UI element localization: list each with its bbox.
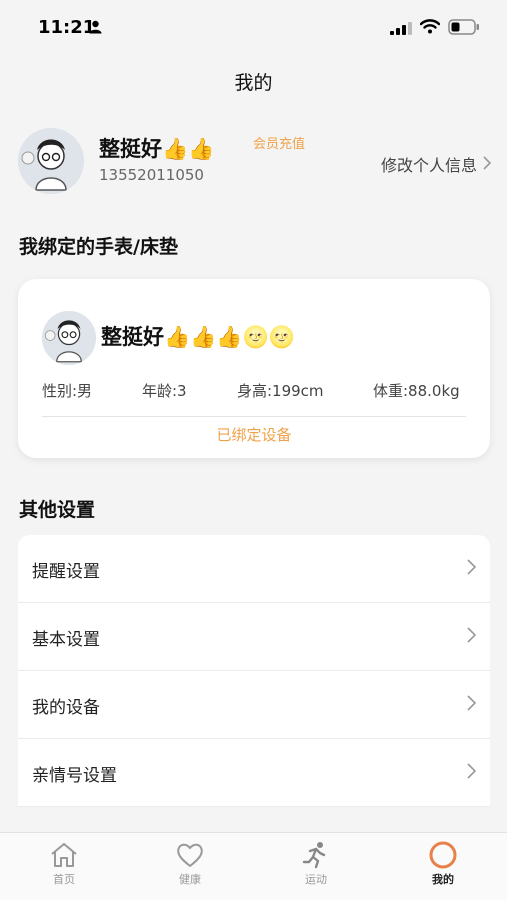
status-time: 11:21	[38, 17, 96, 38]
tab-label: 首页	[53, 873, 75, 886]
signal-icon	[390, 20, 412, 39]
device-card[interactable]: 整挺好👍👍👍🌝🌝 性别:男 年龄:3 身高:199cm 体重:88.0kg 已绑…	[18, 279, 490, 458]
edit-profile-link[interactable]: 修改个人信息	[380, 152, 492, 176]
device-name: 整挺好👍👍👍🌝🌝	[101, 325, 295, 349]
setting-label: 我的设备	[32, 698, 100, 718]
home-icon	[51, 843, 77, 867]
chevron-right-icon	[483, 155, 492, 174]
bound-status: 已绑定设备	[216, 426, 292, 444]
device-avatar	[42, 311, 96, 365]
recharge-link[interactable]: 会员充值	[253, 133, 305, 152]
setting-label: 提醒设置	[32, 562, 100, 582]
wifi-icon	[419, 18, 441, 38]
stat-gender: 性别:男	[42, 382, 93, 400]
setting-label: 基本设置	[32, 630, 100, 650]
device-stats: 性别:男 年龄:3 身高:199cm 体重:88.0kg	[42, 380, 466, 402]
other-settings-title: 其他设置	[19, 499, 96, 521]
profile-ring-icon	[429, 841, 457, 869]
setting-reminder[interactable]: 提醒设置	[18, 535, 490, 603]
chevron-right-icon	[467, 627, 477, 647]
profile-phone: 13552011050	[99, 166, 204, 184]
chevron-right-icon	[467, 695, 477, 715]
setting-my-devices[interactable]: 我的设备	[18, 671, 490, 739]
battery-icon	[448, 19, 480, 39]
tab-label: 健康	[179, 873, 201, 886]
tab-mine[interactable]: 我的	[403, 841, 483, 887]
status-bar: 11:21	[0, 0, 507, 56]
heart-icon	[177, 843, 203, 867]
stat-age: 年龄:3	[142, 382, 187, 400]
setting-basic[interactable]: 基本设置	[18, 603, 490, 671]
chevron-right-icon	[467, 559, 477, 579]
person-icon	[89, 19, 102, 38]
setting-family-number[interactable]: 亲情号设置	[18, 739, 490, 807]
tab-health[interactable]: 健康	[150, 841, 230, 887]
divider	[42, 416, 466, 417]
chevron-right-icon	[467, 763, 477, 783]
settings-list: 提醒设置 基本设置 我的设备 亲情号设置	[18, 535, 490, 807]
page-title: 我的	[234, 72, 273, 94]
running-icon	[302, 842, 326, 869]
edit-profile-label: 修改个人信息	[380, 156, 477, 175]
tab-home[interactable]: 首页	[24, 841, 104, 887]
tab-label: 我的	[432, 873, 454, 886]
tab-sport[interactable]: 运动	[276, 841, 356, 887]
setting-label: 亲情号设置	[32, 766, 117, 786]
profile-nickname: 整挺好👍👍	[99, 137, 215, 161]
avatar[interactable]	[18, 128, 84, 194]
tab-bar: 首页 健康 运动 我的	[0, 832, 507, 900]
stat-height: 身高:199cm	[237, 382, 324, 400]
tab-label: 运动	[305, 873, 327, 886]
bound-devices-title: 我绑定的手表/床垫	[19, 236, 178, 258]
stat-weight: 体重:88.0kg	[373, 382, 460, 400]
